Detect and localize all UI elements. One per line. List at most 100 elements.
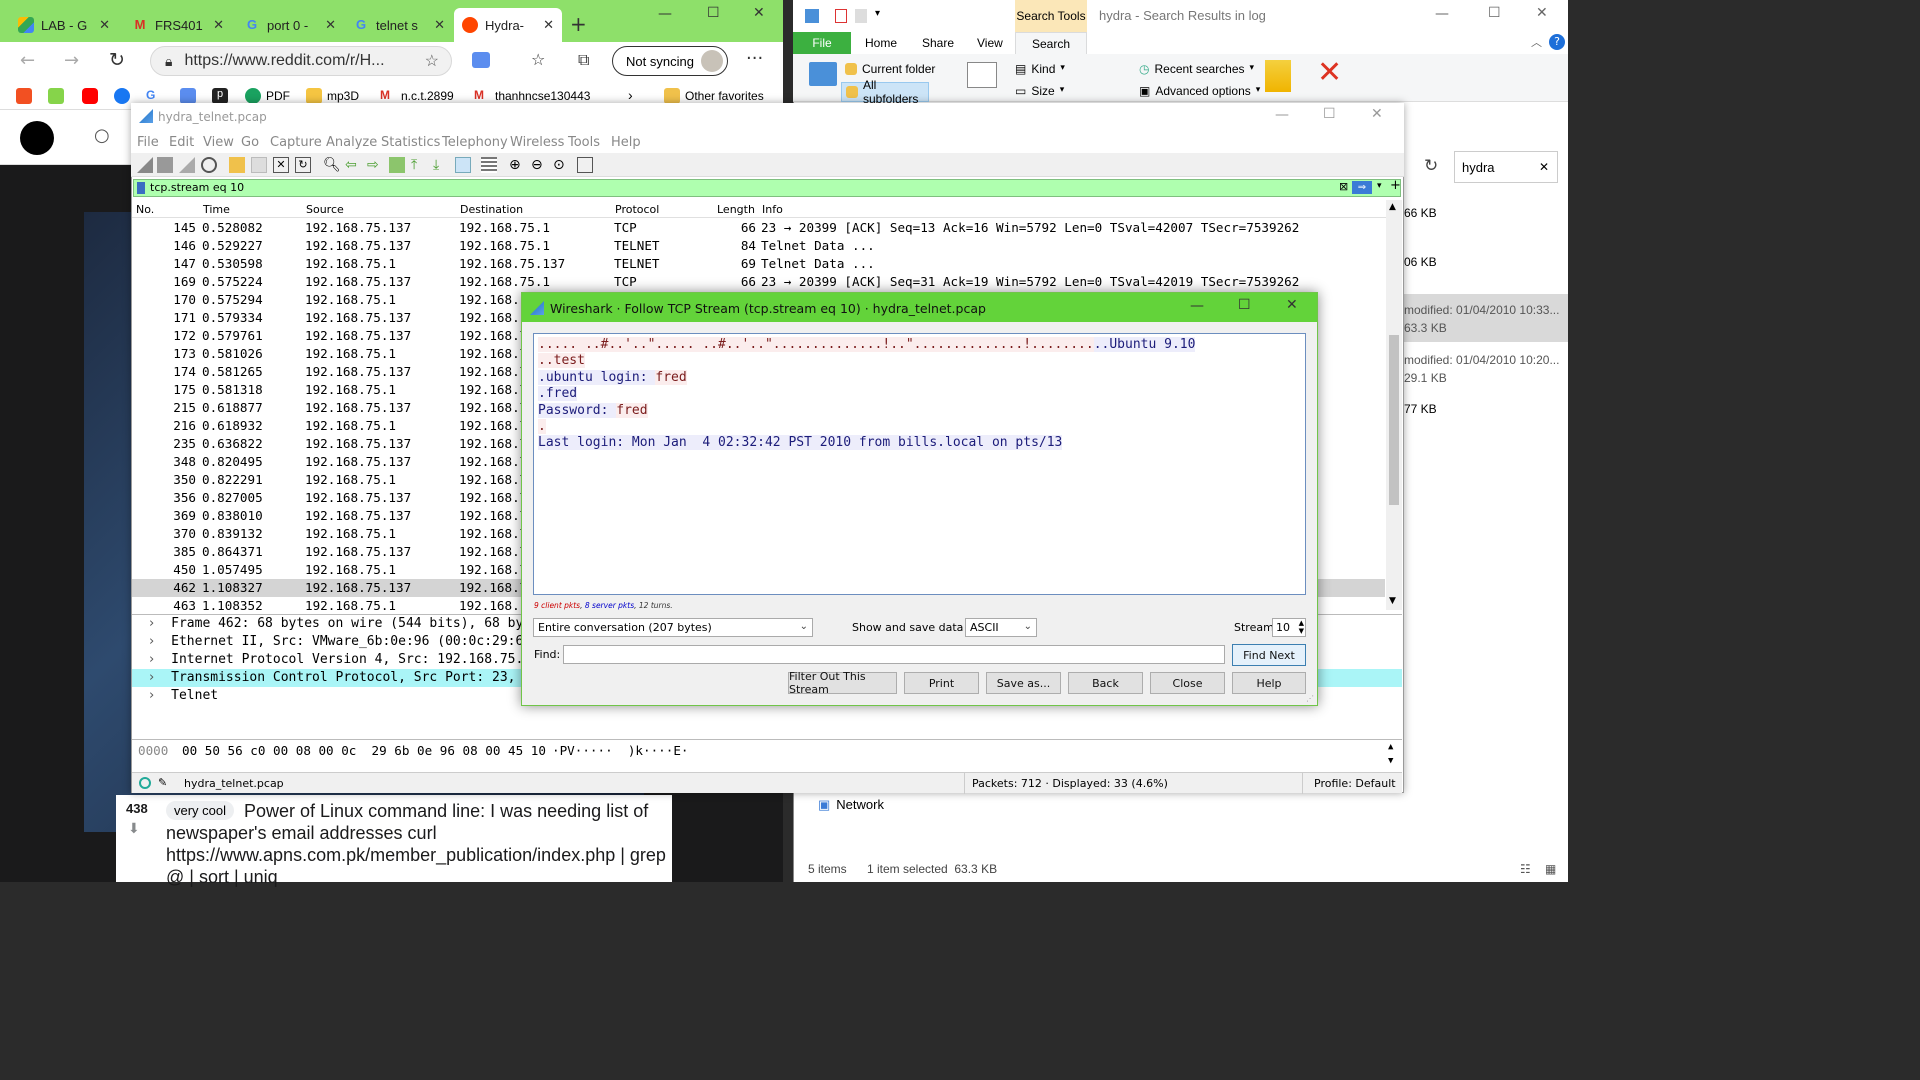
minimize-icon[interactable]: — (1435, 6, 1449, 22)
close-button[interactable]: Close (1150, 672, 1225, 694)
result-selected[interactable]: modified: 01/04/2010 10:33... 63.3 KB (1404, 294, 1568, 342)
go-forward-icon[interactable]: ⇨ (367, 157, 383, 173)
find-next-button[interactable]: Find Next (1232, 644, 1306, 666)
forward-arrow-icon[interactable]: → (64, 50, 79, 71)
menu-view[interactable]: View (203, 135, 234, 150)
close-search-icon[interactable]: ✕ (1317, 58, 1342, 88)
close-icon[interactable]: ✕ (434, 17, 445, 33)
menu-analyze[interactable]: Analyze (326, 135, 377, 150)
menu-edit[interactable]: Edit (169, 135, 194, 150)
stream-content[interactable]: ..... ..#..'.."..... ..#..'.."..........… (533, 333, 1306, 595)
youtube-icon[interactable] (82, 88, 98, 104)
minimize-icon[interactable]: — (1275, 107, 1289, 123)
column-source[interactable]: Source (306, 203, 344, 216)
autoscroll-icon[interactable] (455, 157, 471, 173)
save-as-button[interactable]: Save as... (986, 672, 1061, 694)
chevron-right-icon[interactable]: › (628, 87, 633, 103)
maximize-icon[interactable]: ☐ (1323, 106, 1336, 122)
first-packet-icon[interactable]: ⤒ (411, 157, 427, 173)
expand-icon[interactable]: › (132, 670, 171, 685)
menu-wireless[interactable]: Wireless (510, 135, 564, 150)
kind-button[interactable]: ▤ Kind ▾ (1015, 62, 1065, 76)
close-icon[interactable]: ✕ (543, 17, 554, 33)
expand-icon[interactable]: › (132, 688, 171, 703)
advanced-options-button[interactable]: ▣ Advanced options ▾ (1139, 84, 1260, 98)
close-icon[interactable]: ✕ (99, 17, 110, 33)
close-icon[interactable]: ✕ (213, 17, 224, 33)
start-capture-icon[interactable] (137, 157, 153, 173)
favicon-icon[interactable]: p (212, 88, 228, 104)
nav-network[interactable]: ▣ Network (818, 797, 884, 813)
new-folder-icon[interactable] (855, 9, 867, 23)
translate-icon[interactable] (472, 52, 490, 68)
close-file-icon[interactable]: ✕ (273, 157, 289, 173)
favorite-mp3d[interactable]: mp3D (306, 88, 359, 104)
bytes-ascii[interactable]: ·PV····· )k····E· (552, 743, 688, 758)
status-profile[interactable]: Profile: Default (1314, 777, 1396, 790)
address-bar[interactable]: 🔒︎ https://www.reddit.com/r/H... ☆ (150, 46, 452, 76)
filter-out-button[interactable]: Filter Out This Stream (788, 670, 897, 696)
menu-help[interactable]: Help (611, 135, 641, 150)
google-icon[interactable]: G (146, 88, 162, 104)
menu-go[interactable]: Go (241, 135, 259, 150)
last-packet-icon[interactable]: ⤓ (433, 157, 449, 173)
scroll-thumb[interactable] (1389, 335, 1399, 505)
ribbon-tab-file[interactable]: File (793, 32, 851, 54)
expand-icon[interactable]: › (132, 616, 171, 631)
expand-icon[interactable]: › (132, 652, 171, 667)
sync-button[interactable]: Not syncing (612, 46, 728, 76)
conversation-select[interactable]: Entire conversation (207 bytes) ⌄ (533, 618, 813, 637)
menu-tools[interactable]: Tools (568, 135, 600, 150)
zoom-out-icon[interactable]: ⊖ (531, 157, 547, 173)
close-icon[interactable]: ✕ (325, 17, 336, 33)
stream-spinbox[interactable]: 10 ▲ ▼ (1272, 618, 1306, 637)
refresh-icon[interactable]: ↻ (109, 49, 125, 71)
spin-icon[interactable]: ▲ ▼ (1299, 619, 1304, 635)
column-no[interactable]: No. (136, 203, 154, 216)
translate-icon[interactable] (180, 88, 196, 104)
close-window-icon[interactable]: ✕ (1536, 5, 1548, 21)
clear-icon[interactable]: ✕ (1539, 160, 1549, 174)
bytes-hex[interactable]: 00 50 56 c0 00 08 00 0c 29 6b 0e 96 08 0… (182, 743, 546, 758)
favorites-star-icon[interactable]: ☆ (531, 50, 545, 69)
details-view-icon[interactable]: ☷ (1520, 862, 1531, 876)
scroll-down-icon[interactable]: ▼ (1389, 596, 1396, 606)
packet-row[interactable]: 145 0.528082 192.168.75.137 192.168.75.1 TCP… (132, 219, 1385, 237)
minimize-icon[interactable]: — (1190, 298, 1204, 314)
result-size[interactable]: 66 KB (1404, 206, 1437, 220)
column-time[interactable]: Time (203, 203, 230, 216)
browser-tab-port[interactable]: G port 0 - ✕ (236, 8, 344, 42)
go-to-packet-icon[interactable] (389, 157, 405, 173)
bookmark-icon[interactable] (137, 182, 145, 194)
find-packet-icon[interactable]: 🔍︎ (323, 157, 341, 173)
clear-filter-icon[interactable]: ⊠ (1339, 180, 1348, 193)
menu-file[interactable]: File (137, 135, 159, 150)
more-menu-icon[interactable]: ··· (746, 48, 763, 69)
open-file-icon[interactable] (229, 157, 245, 173)
maximize-icon[interactable]: ☐ (707, 5, 720, 21)
column-info[interactable]: Info (762, 203, 783, 216)
new-tab-button[interactable]: + (570, 12, 587, 36)
ribbon-tab-view[interactable]: View (977, 36, 1003, 50)
expand-icon[interactable]: › (132, 634, 171, 649)
recent-searches-button[interactable]: ◷ Recent searches ▾ (1139, 62, 1254, 76)
tiles-view-icon[interactable]: ▦ (1545, 862, 1556, 876)
size-button[interactable]: ▭ Size ▾ (1015, 84, 1064, 98)
menu-statistics[interactable]: Statistics (381, 135, 440, 150)
all-subfolders-button[interactable]: All subfolders (841, 78, 929, 106)
scroll-up-icon[interactable]: ▲ (1389, 202, 1396, 212)
add-filter-icon[interactable]: + (1390, 178, 1401, 193)
find-input[interactable] (563, 645, 1225, 664)
go-back-icon[interactable]: ⇦ (345, 157, 361, 173)
column-destination[interactable]: Destination (460, 203, 523, 216)
result-size[interactable]: 77 KB (1404, 402, 1437, 416)
print-button[interactable]: Print (904, 672, 979, 694)
result-modified[interactable]: modified: 01/04/2010 10:20... (1404, 353, 1559, 367)
current-folder-button[interactable]: Current folder (845, 62, 935, 76)
restart-capture-icon[interactable] (179, 157, 195, 173)
colorize-icon[interactable] (481, 157, 497, 173)
help-button[interactable]: Help (1232, 672, 1306, 694)
back-arrow-icon[interactable]: ← (20, 50, 35, 71)
column-protocol[interactable]: Protocol (615, 203, 659, 216)
zoom-in-icon[interactable]: ⊕ (509, 157, 525, 173)
